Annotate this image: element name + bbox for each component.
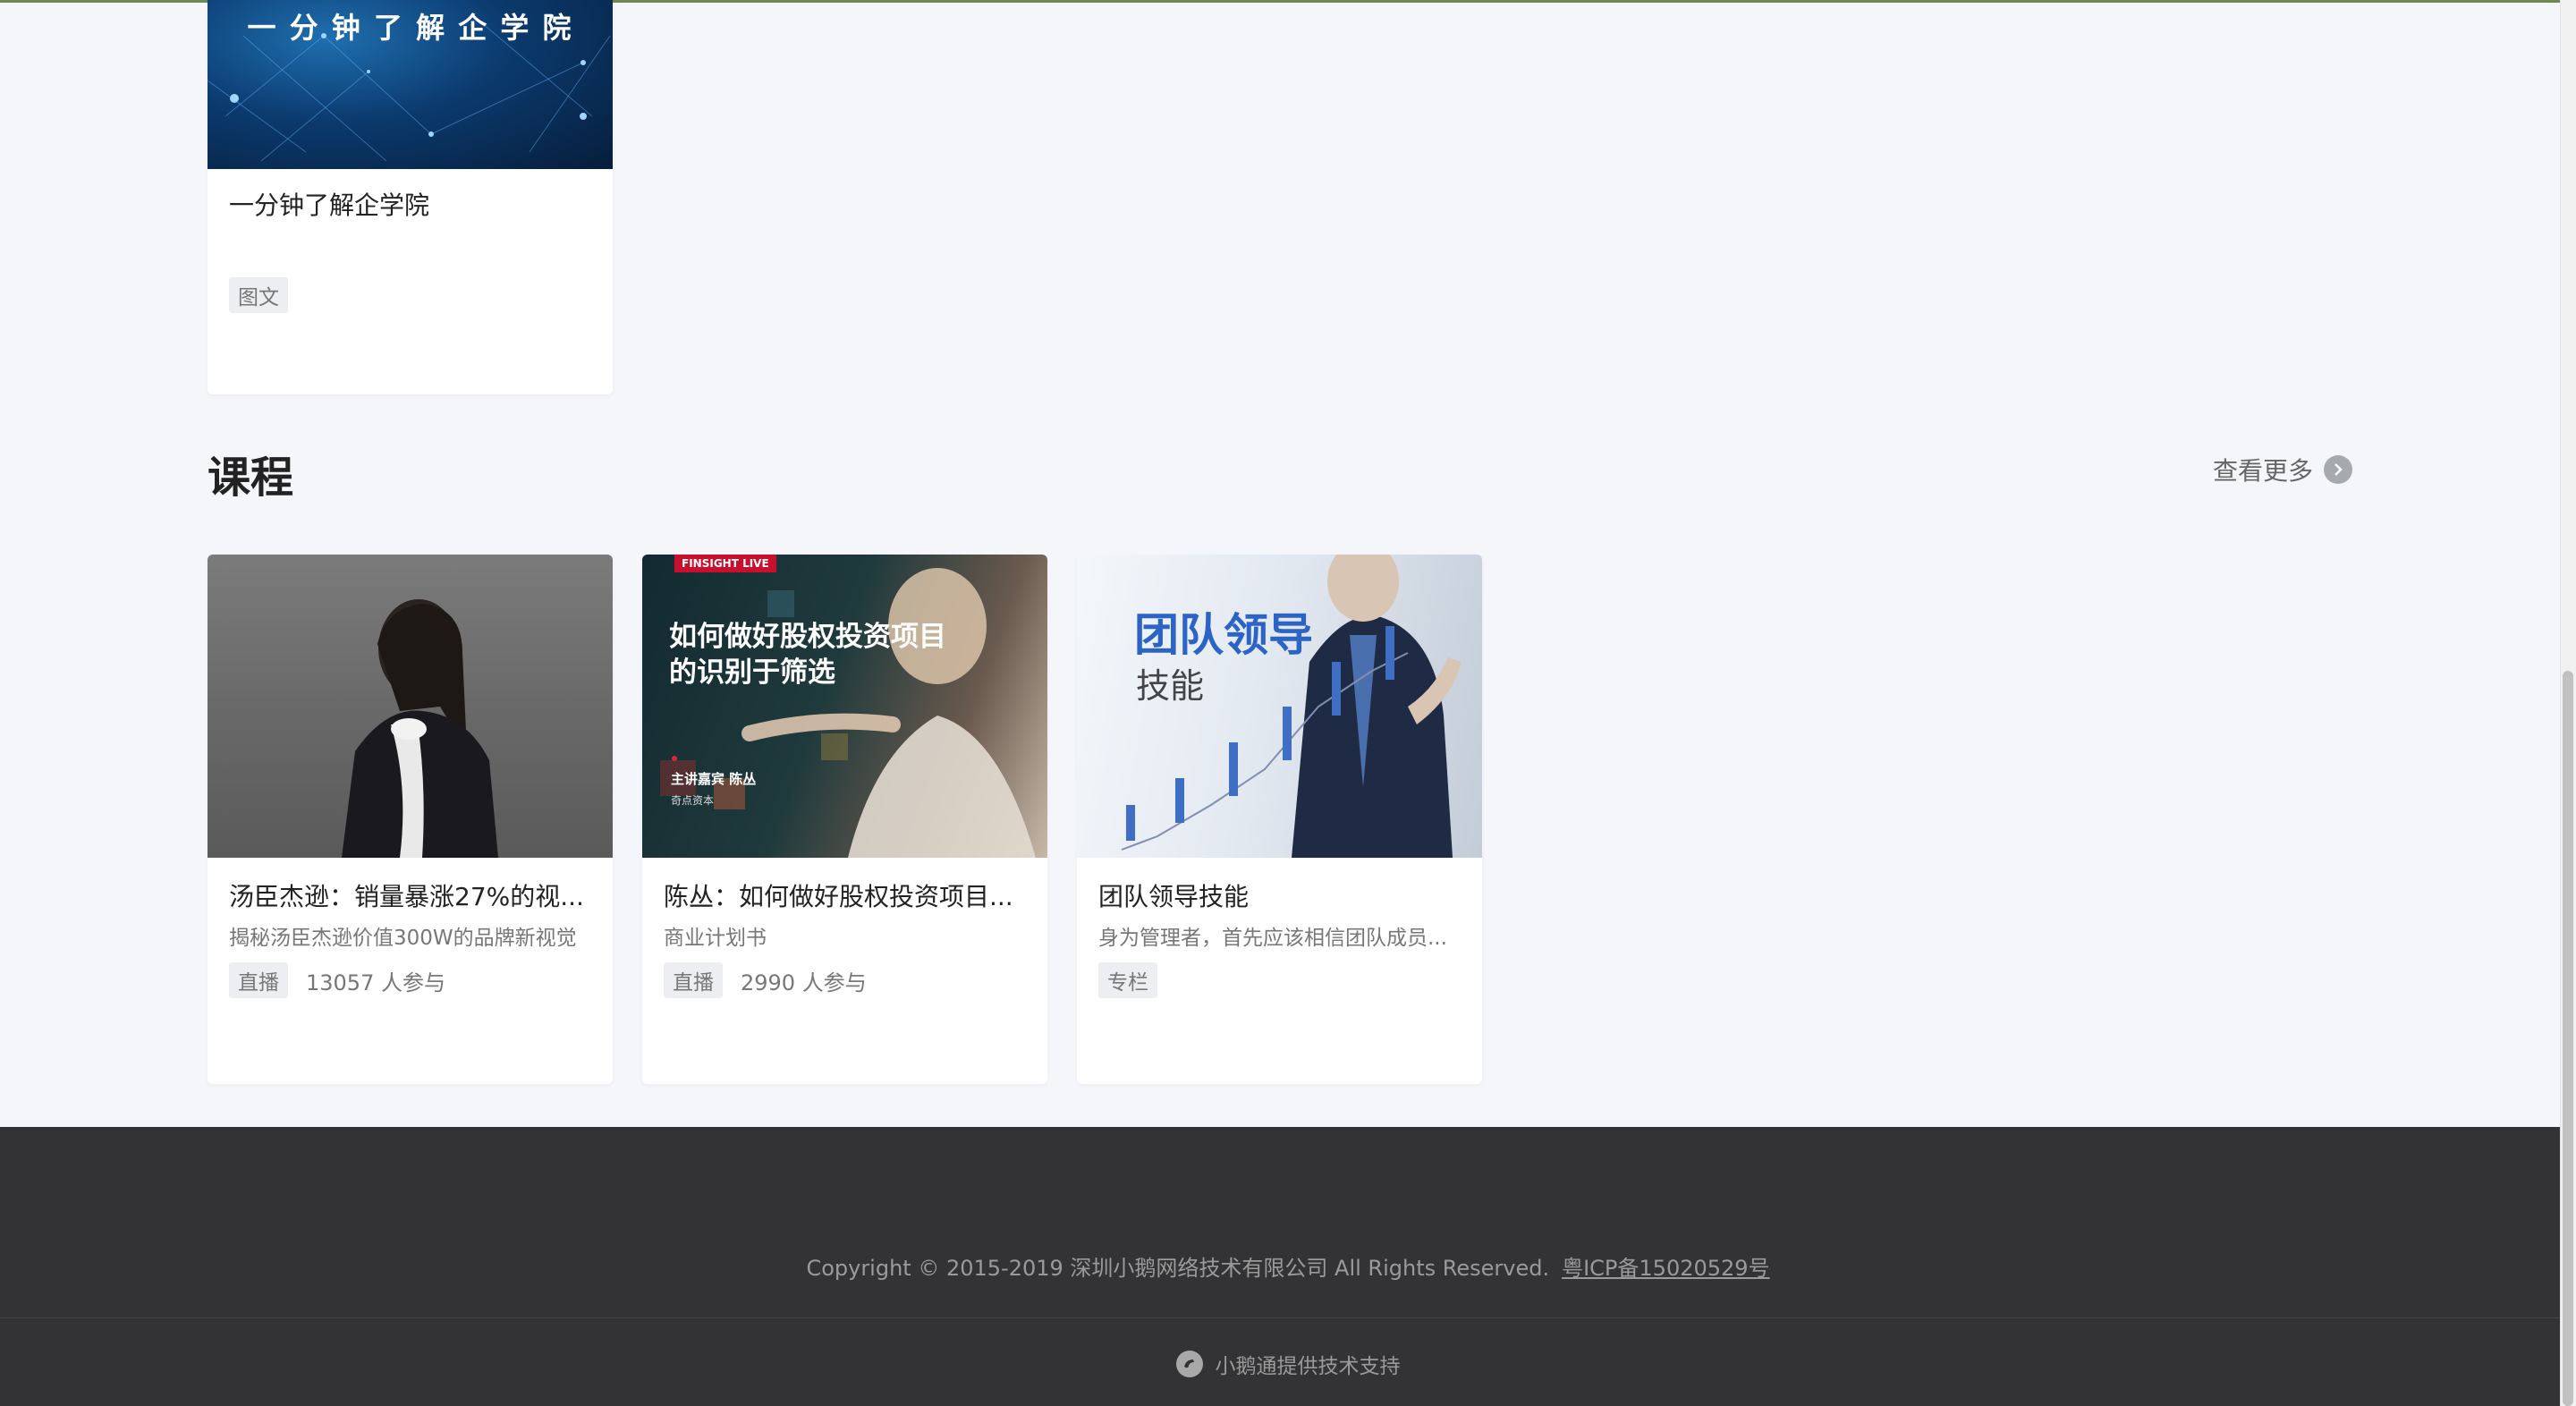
course-subtitle: 揭秘汤臣杰逊价值300W的品牌新视觉 bbox=[229, 927, 577, 950]
thumb-org: 奇点资本 bbox=[671, 794, 715, 807]
red-dot-icon bbox=[672, 756, 677, 761]
content-type-tag: 图文 bbox=[229, 277, 288, 313]
intro-card-title[interactable]: 一分钟了解企学院 bbox=[229, 186, 596, 222]
xiaoe-logo-icon bbox=[1175, 1351, 1203, 1377]
course-subtitle: 商业计划书 bbox=[664, 927, 767, 950]
participant-count: 2990 人参与 bbox=[741, 970, 867, 995]
thumb-headline-1: 团队领导 bbox=[1134, 609, 1313, 661]
thumb-headline-2: 的识别于筛选 bbox=[669, 656, 835, 689]
finsight-badge: FINSIGHT LIVE bbox=[674, 555, 776, 572]
copyright-line: Copyright © 2015-2019 深圳小鹅网络技术有限公司 All R… bbox=[0, 1250, 2576, 1282]
course-title[interactable]: 团队领导技能 bbox=[1098, 877, 1465, 913]
intro-banner-text: 一 分 钟 了 解 企 学 院 bbox=[247, 11, 573, 45]
view-more-label[interactable]: 查看更多 bbox=[2213, 452, 2313, 487]
meeting-photo-graphic bbox=[660, 568, 1036, 858]
tech-support[interactable]: 小鹅通提供技术支持 bbox=[0, 1349, 2576, 1379]
icp-link[interactable]: 粤ICP备15020529号 bbox=[1562, 1256, 1769, 1281]
view-more-link[interactable]: 查看更多 bbox=[2213, 452, 2353, 487]
course-title[interactable]: 汤臣杰逊：销量暴涨27%的视... bbox=[229, 877, 596, 913]
course-meta: 直播 2990 人参与 bbox=[664, 962, 867, 998]
thumb-headline-2: 技能 bbox=[1136, 666, 1205, 706]
content-type-tag: 直播 bbox=[664, 962, 723, 998]
scrollbar-thumb[interactable] bbox=[2563, 671, 2573, 1406]
course-card[interactable]: 团队领导 技能 团队领导技能 身为管理者，首先应该相信团队成员... 专栏 bbox=[1077, 555, 1482, 1084]
course-thumbnail[interactable]: FINSIGHT LIVE 如何做好股权投资项目 的识别于筛选 主讲嘉宾 陈丛 … bbox=[642, 555, 1047, 858]
chevron-right-icon[interactable] bbox=[2324, 455, 2353, 484]
course-subtitle: 身为管理者，首先应该相信团队成员... bbox=[1098, 927, 1447, 950]
thumb-headline-1: 如何做好股权投资项目 bbox=[669, 621, 946, 653]
thumb-host: 主讲嘉宾 陈丛 bbox=[671, 771, 757, 787]
course-thumbnail[interactable]: 团队领导 技能 bbox=[1077, 555, 1482, 858]
section-title: 课程 bbox=[208, 453, 294, 503]
course-title[interactable]: 陈丛：如何做好股权投资项目... bbox=[664, 877, 1030, 913]
tech-support-label[interactable]: 小鹅通提供技术支持 bbox=[1216, 1349, 1401, 1379]
content-type-tag: 专栏 bbox=[1098, 962, 1157, 998]
course-card[interactable]: FINSIGHT LIVE 如何做好股权投资项目 的识别于筛选 主讲嘉宾 陈丛 … bbox=[642, 555, 1047, 1084]
portrait-graphic bbox=[342, 599, 498, 858]
course-card[interactable]: 汤臣杰逊：销量暴涨27%的视... 揭秘汤臣杰逊价值300W的品牌新视觉 直播 … bbox=[208, 555, 613, 1084]
participant-count: 13057 人参与 bbox=[306, 970, 445, 995]
footer-divider bbox=[0, 1317, 2576, 1318]
course-meta: 专栏 bbox=[1098, 962, 1157, 998]
content-type-tag: 直播 bbox=[229, 962, 288, 998]
intro-card[interactable]: 一 分 钟 了 解 企 学 院 一分钟了解企学院 图文 bbox=[208, 0, 613, 394]
course-meta: 直播 13057 人参与 bbox=[229, 962, 445, 998]
intro-card-banner: 一 分 钟 了 解 企 学 院 bbox=[208, 0, 613, 169]
copyright-text: Copyright © 2015-2019 深圳小鹅网络技术有限公司 All R… bbox=[806, 1256, 1550, 1281]
intro-card-meta: 图文 bbox=[229, 277, 288, 313]
course-thumbnail[interactable] bbox=[208, 555, 613, 858]
